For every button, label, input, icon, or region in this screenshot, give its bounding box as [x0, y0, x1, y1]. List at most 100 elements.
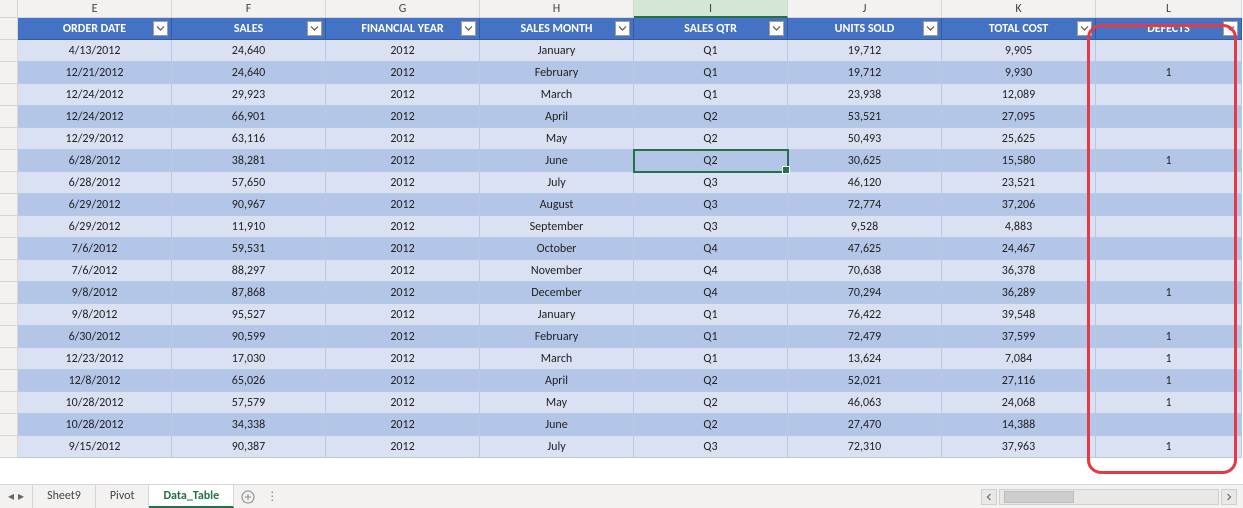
cell[interactable]: 36,378	[942, 260, 1096, 282]
cell[interactable]: 90,599	[172, 326, 326, 348]
cell[interactable]: 10/28/2012	[18, 414, 172, 436]
cell[interactable]	[1096, 216, 1242, 238]
cell[interactable]: 53,521	[788, 106, 942, 128]
cell[interactable]: 70,294	[788, 282, 942, 304]
cell[interactable]: 37,206	[942, 194, 1096, 216]
cell[interactable]: 87,868	[172, 282, 326, 304]
cell[interactable]: 1	[1096, 436, 1242, 458]
cell[interactable]: 12/24/2012	[18, 84, 172, 106]
cell[interactable]: 12/23/2012	[18, 348, 172, 370]
filter-dropdown-button[interactable]	[307, 21, 322, 36]
cell[interactable]	[1096, 128, 1242, 150]
row-header[interactable]	[0, 106, 18, 128]
cell[interactable]	[1096, 238, 1242, 260]
column-header-J[interactable]: J	[788, 0, 942, 18]
cell[interactable]: 24,068	[942, 392, 1096, 414]
cell[interactable]: Q3	[634, 172, 788, 194]
cell[interactable]	[1096, 304, 1242, 326]
cell[interactable]: 65,026	[172, 370, 326, 392]
cell[interactable]: 88,297	[172, 260, 326, 282]
cell[interactable]: 90,967	[172, 194, 326, 216]
cell[interactable]: 2012	[326, 326, 480, 348]
cell[interactable]: 15,580	[942, 150, 1096, 172]
cell[interactable]	[1096, 414, 1242, 436]
cell[interactable]: 2012	[326, 84, 480, 106]
cell[interactable]: 50,493	[788, 128, 942, 150]
add-sheet-button[interactable]	[234, 485, 262, 508]
row-header[interactable]	[0, 84, 18, 106]
cell[interactable]: Q2	[634, 414, 788, 436]
cell[interactable]: March	[480, 84, 634, 106]
cell[interactable]: August	[480, 194, 634, 216]
cell[interactable]: 1	[1096, 326, 1242, 348]
cell[interactable]: July	[480, 172, 634, 194]
cell[interactable]: 66,901	[172, 106, 326, 128]
cell[interactable]: Q2	[634, 392, 788, 414]
cell[interactable]: Q3	[634, 216, 788, 238]
cell[interactable]: Q1	[634, 40, 788, 62]
hscroll-thumb[interactable]	[1004, 491, 1074, 503]
cell[interactable]: 47,625	[788, 238, 942, 260]
hscroll-left-button[interactable]	[981, 489, 997, 505]
cell[interactable]: 13,624	[788, 348, 942, 370]
cell[interactable]: Q1	[634, 326, 788, 348]
row-header[interactable]	[0, 414, 18, 436]
cell[interactable]: 7/6/2012	[18, 260, 172, 282]
row-header[interactable]	[0, 282, 18, 304]
cell[interactable]: 2012	[326, 128, 480, 150]
cell[interactable]: 4,883	[942, 216, 1096, 238]
row-header[interactable]	[0, 436, 18, 458]
cell[interactable]: 9,528	[788, 216, 942, 238]
cell[interactable]	[1096, 106, 1242, 128]
row-header[interactable]	[0, 326, 18, 348]
table-header-financial year[interactable]: FINANCIAL YEAR	[326, 18, 480, 40]
filter-dropdown-button[interactable]	[153, 21, 168, 36]
table-header-defects[interactable]: DEFECTS	[1096, 18, 1242, 40]
cell[interactable]: June	[480, 414, 634, 436]
filter-dropdown-button[interactable]	[1223, 21, 1238, 36]
cell[interactable]: 34,338	[172, 414, 326, 436]
cell[interactable]: 72,479	[788, 326, 942, 348]
cell[interactable]: 7/6/2012	[18, 238, 172, 260]
column-header-L[interactable]: L	[1096, 0, 1242, 18]
cell[interactable]: 2012	[326, 150, 480, 172]
cell[interactable]: Q1	[634, 62, 788, 84]
cell[interactable]: 2012	[326, 260, 480, 282]
cell[interactable]: 2012	[326, 172, 480, 194]
cell[interactable]: March	[480, 348, 634, 370]
cell[interactable]: 19,712	[788, 62, 942, 84]
filter-dropdown-button[interactable]	[769, 21, 784, 36]
cell[interactable]: 9,905	[942, 40, 1096, 62]
column-header-H[interactable]: H	[480, 0, 634, 18]
cell[interactable]: Q1	[634, 348, 788, 370]
cell[interactable]: Q2	[634, 150, 788, 172]
cell[interactable]: 7,084	[942, 348, 1096, 370]
column-header-F[interactable]: F	[172, 0, 326, 18]
cell[interactable]: 1	[1096, 282, 1242, 304]
cell[interactable]: July	[480, 436, 634, 458]
cell[interactable]: November	[480, 260, 634, 282]
filter-dropdown-button[interactable]	[1077, 21, 1092, 36]
row-header[interactable]	[0, 216, 18, 238]
cell[interactable]: 12/21/2012	[18, 62, 172, 84]
cell[interactable]: 1	[1096, 370, 1242, 392]
cell[interactable]: Q4	[634, 238, 788, 260]
cell[interactable]: 38,281	[172, 150, 326, 172]
sheet-tab-sheet9[interactable]: Sheet9	[33, 485, 96, 508]
cell[interactable]: 95,527	[172, 304, 326, 326]
select-all-corner[interactable]	[0, 0, 18, 18]
cell[interactable]: 36,289	[942, 282, 1096, 304]
row-header-gutter[interactable]	[0, 18, 18, 40]
cell[interactable]: Q3	[634, 436, 788, 458]
cell[interactable]: 24,467	[942, 238, 1096, 260]
row-header[interactable]	[0, 194, 18, 216]
row-header[interactable]	[0, 238, 18, 260]
row-header[interactable]	[0, 370, 18, 392]
filter-dropdown-button[interactable]	[461, 21, 476, 36]
cell[interactable]: 12/24/2012	[18, 106, 172, 128]
cell[interactable]: September	[480, 216, 634, 238]
row-header[interactable]	[0, 128, 18, 150]
cell[interactable]: 2012	[326, 106, 480, 128]
cell[interactable]: 1	[1096, 150, 1242, 172]
cell[interactable]: June	[480, 150, 634, 172]
